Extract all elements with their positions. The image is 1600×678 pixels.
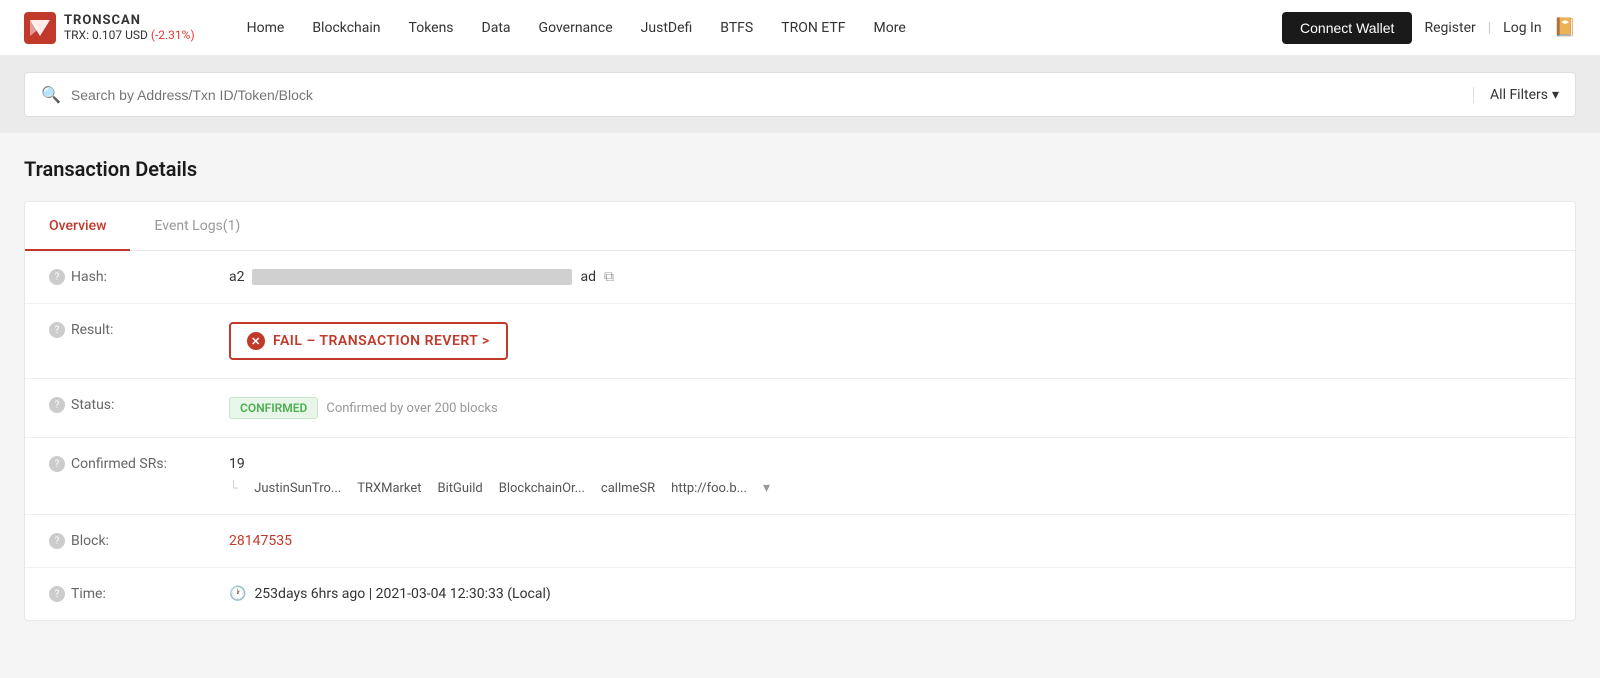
tabs: Overview Event Logs(1)	[25, 202, 1575, 251]
fail-transaction-revert-badge[interactable]: ✕ FAIL – TRANSACTION REVERT >	[229, 322, 508, 360]
sr-item-1[interactable]: TRXMarket	[357, 481, 421, 496]
time-value: 🕐 253days 6hrs ago | 2021-03-04 12:30:33…	[229, 586, 1551, 602]
main-nav: Home Blockchain Tokens Data Governance J…	[235, 12, 1282, 44]
logo: TRONSCAN TRX: 0.107 USD (-2.31%)	[24, 12, 195, 44]
time-row: ? Time: 🕐 253days 6hrs ago | 2021-03-04 …	[25, 568, 1575, 620]
clock-icon: 🕐	[229, 586, 246, 602]
tronscan-logo-icon	[24, 12, 56, 44]
sr-expand-icon[interactable]: ▾	[763, 480, 770, 496]
nav-more[interactable]: More	[862, 12, 918, 44]
status-label: ? Status:	[49, 397, 229, 413]
status-row: ? Status: CONFIRMED Confirmed by over 20…	[25, 379, 1575, 438]
hash-label: ? Hash:	[49, 269, 229, 285]
fail-icon: ✕	[247, 332, 265, 350]
result-row: ? Result: ✕ FAIL – TRANSACTION REVERT >	[25, 304, 1575, 379]
notifications-icon[interactable]: 📔	[1554, 17, 1576, 38]
hash-help-icon[interactable]: ?	[49, 269, 65, 285]
nav-tron-etf[interactable]: TRON ETF	[769, 12, 857, 44]
transaction-details-card: Overview Event Logs(1) ? Hash: a2 ad ⧉	[24, 201, 1576, 621]
sr-item-5[interactable]: http://foo.b...	[671, 481, 747, 496]
time-help-icon[interactable]: ?	[49, 586, 65, 602]
time-label: ? Time:	[49, 586, 229, 602]
hash-redacted	[252, 269, 572, 285]
sr-list: └ JustinSunTro... TRXMarket BitGuild Blo…	[229, 480, 770, 496]
logo-text: TRONSCAN	[64, 13, 195, 28]
tab-event-logs[interactable]: Event Logs(1)	[130, 202, 264, 250]
details-panel: ? Hash: a2 ad ⧉ ? Result: ✕	[25, 251, 1575, 620]
main-content: Transaction Details Overview Event Logs(…	[0, 133, 1600, 645]
trx-change: (-2.31%)	[151, 28, 195, 42]
confirmed-badge: CONFIRMED	[229, 397, 318, 419]
header: TRONSCAN TRX: 0.107 USD (-2.31%) Home Bl…	[0, 0, 1600, 56]
search-icon: 🔍	[41, 85, 61, 104]
copy-hash-icon[interactable]: ⧉	[604, 269, 614, 285]
trx-price: TRX: 0.107 USD (-2.31%)	[64, 28, 195, 42]
result-help-icon[interactable]: ?	[49, 322, 65, 338]
confirmed-srs-label: ? Confirmed SRs:	[49, 456, 229, 472]
nav-governance[interactable]: Governance	[527, 12, 625, 44]
header-right: Connect Wallet Register | Log In 📔	[1282, 12, 1576, 44]
block-help-icon[interactable]: ?	[49, 533, 65, 549]
page-title: Transaction Details	[24, 157, 1576, 181]
result-value: ✕ FAIL – TRANSACTION REVERT >	[229, 322, 1551, 360]
search-bar: 🔍 All Filters ▾	[24, 72, 1576, 117]
tab-overview[interactable]: Overview	[25, 202, 130, 250]
nav-blockchain[interactable]: Blockchain	[300, 12, 392, 44]
nav-home[interactable]: Home	[235, 12, 297, 44]
chevron-down-icon: ▾	[1552, 87, 1559, 103]
hash-prefix: a2	[229, 269, 244, 285]
connect-wallet-button[interactable]: Connect Wallet	[1282, 12, 1412, 44]
sr-item-3[interactable]: BlockchainOr...	[499, 481, 585, 496]
login-link[interactable]: Log In	[1503, 20, 1541, 36]
confirmed-srs-row: ? Confirmed SRs: 19 └ JustinSunTro... TR…	[25, 438, 1575, 515]
status-help-icon[interactable]: ?	[49, 397, 65, 413]
hash-value: a2 ad ⧉	[229, 269, 1551, 285]
block-row: ? Block: 28147535	[25, 515, 1575, 568]
register-link[interactable]: Register	[1424, 20, 1475, 36]
block-link[interactable]: 28147535	[229, 533, 292, 549]
confirmed-srs-value: 19 └ JustinSunTro... TRXMarket BitGuild …	[229, 456, 1551, 496]
nav-btfs[interactable]: BTFS	[708, 12, 765, 44]
status-value: CONFIRMED Confirmed by over 200 blocks	[229, 397, 1551, 419]
nav-justdefi[interactable]: JustDefi	[629, 12, 705, 44]
result-label: ? Result:	[49, 322, 229, 338]
time-text: 253days 6hrs ago | 2021-03-04 12:30:33 (…	[254, 586, 550, 602]
confirmed-srs-count: 19	[229, 456, 245, 472]
confirmed-desc: Confirmed by over 200 blocks	[326, 401, 497, 416]
result-text: FAIL – TRANSACTION REVERT >	[273, 333, 490, 349]
block-value: 28147535	[229, 533, 1551, 549]
sr-indent-icon: └	[229, 480, 238, 496]
nav-data[interactable]: Data	[470, 12, 523, 44]
sr-item-4[interactable]: callmeSR	[601, 481, 655, 496]
confirmed-srs-help-icon[interactable]: ?	[49, 456, 65, 472]
sr-item-0[interactable]: JustinSunTro...	[254, 481, 341, 496]
nav-tokens[interactable]: Tokens	[397, 12, 466, 44]
all-filters-button[interactable]: All Filters ▾	[1473, 87, 1559, 103]
sr-item-2[interactable]: BitGuild	[438, 481, 483, 496]
search-input[interactable]	[71, 87, 1473, 103]
search-section: 🔍 All Filters ▾	[0, 56, 1600, 133]
hash-suffix: ad	[580, 269, 596, 285]
hash-row: ? Hash: a2 ad ⧉	[25, 251, 1575, 304]
block-label: ? Block:	[49, 533, 229, 549]
